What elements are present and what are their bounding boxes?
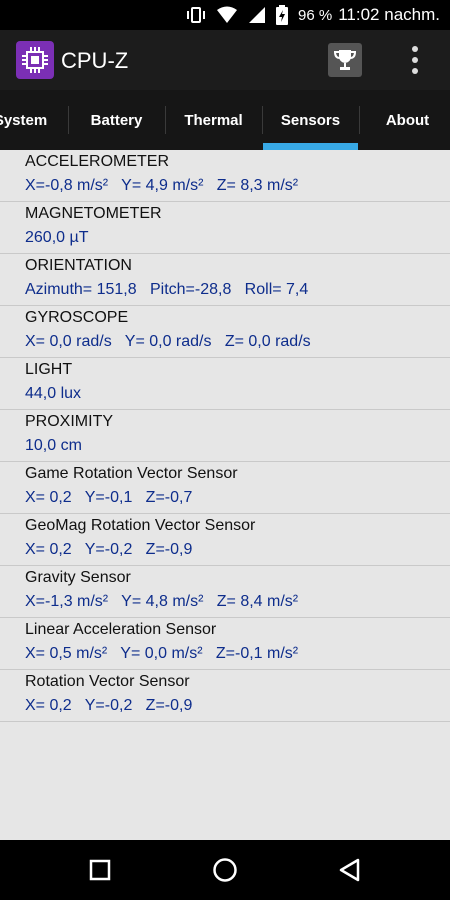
- sensor-value: X=-0,8 m/s² Y= 4,9 m/s² Z= 8,3 m/s²: [25, 177, 299, 194]
- tab-thermal[interactable]: Thermal: [165, 90, 262, 150]
- sensor-value: X= 0,5 m/s² Y= 0,0 m/s² Z=-0,1 m/s²: [25, 645, 299, 662]
- sensor-name: LIGHT: [25, 361, 73, 378]
- sensor-name: PROXIMITY: [25, 413, 114, 430]
- sensor-row-gravity: Gravity Sensor X=-1,3 m/s² Y= 4,8 m/s² Z…: [0, 566, 450, 618]
- sensor-name: ACCELEROMETER: [25, 153, 170, 170]
- app-bar: CPU-Z: [0, 30, 450, 90]
- tab-sensors[interactable]: Sensors: [262, 90, 359, 150]
- triangle-back-icon[interactable]: [335, 855, 365, 885]
- sensor-name: Linear Acceleration Sensor: [25, 621, 217, 638]
- battery-percent: 96 %: [298, 6, 333, 24]
- sensor-value: 10,0 cm: [25, 437, 82, 454]
- sensor-row-light: LIGHT 44,0 lux: [0, 358, 450, 410]
- status-bar: 96 % 11:02 nachm.: [0, 0, 450, 30]
- sensor-row-accelerometer: ACCELEROMETER X=-0,8 m/s² Y= 4,9 m/s² Z=…: [0, 150, 450, 202]
- sensor-row-orientation: ORIENTATION Azimuth= 151,8 Pitch=-28,8 R…: [0, 254, 450, 306]
- circle-icon[interactable]: [210, 855, 240, 885]
- sensor-row-proximity: PROXIMITY 10,0 cm: [0, 410, 450, 462]
- tab-battery[interactable]: Battery: [68, 90, 165, 150]
- sensor-name: MAGNETOMETER: [25, 205, 162, 222]
- sensor-value: X=-1,3 m/s² Y= 4,8 m/s² Z= 8,4 m/s²: [25, 593, 299, 610]
- active-tab-indicator: [263, 143, 358, 150]
- square-icon[interactable]: [85, 855, 115, 885]
- sensor-name: GeoMag Rotation Vector Sensor: [25, 517, 256, 534]
- sensor-name: GYROSCOPE: [25, 309, 129, 326]
- sensor-row-geomag-rotation-vector: GeoMag Rotation Vector Sensor X= 0,2 Y=-…: [0, 514, 450, 566]
- sensor-value: 44,0 lux: [25, 385, 82, 402]
- sensor-name: ORIENTATION: [25, 257, 132, 274]
- wifi-icon: [216, 6, 238, 24]
- sensor-list[interactable]: ACCELEROMETER X=-0,8 m/s² Y= 4,9 m/s² Z=…: [0, 150, 450, 840]
- more-vert-icon[interactable]: [402, 43, 428, 77]
- tab-about[interactable]: About: [359, 90, 450, 150]
- clock: 11:02 nachm.: [338, 5, 440, 24]
- sensor-name: Game Rotation Vector Sensor: [25, 465, 238, 482]
- cpu-chip-icon: [16, 41, 54, 79]
- sensor-value: X= 0,2 Y=-0,1 Z=-0,7: [25, 489, 193, 506]
- sensor-value: Azimuth= 151,8 Pitch=-28,8 Roll= 7,4: [25, 281, 309, 298]
- sensor-row-magnetometer: MAGNETOMETER 260,0 µT: [0, 202, 450, 254]
- trophy-icon: [333, 50, 357, 70]
- trophy-button[interactable]: [328, 43, 362, 77]
- sensor-row-game-rotation-vector: Game Rotation Vector Sensor X= 0,2 Y=-0,…: [0, 462, 450, 514]
- sensor-name: Gravity Sensor: [25, 569, 131, 586]
- sensor-row-rotation-vector: Rotation Vector Sensor X= 0,2 Y=-0,2 Z=-…: [0, 670, 450, 722]
- app-title: CPU-Z: [61, 48, 129, 73]
- sensor-value: 260,0 µT: [25, 229, 89, 246]
- signal-icon: [248, 6, 266, 24]
- tab-bar: System Battery Thermal Sensors About: [0, 90, 450, 150]
- sensor-value: X= 0,2 Y=-0,2 Z=-0,9: [25, 541, 193, 558]
- system-nav-bar: [0, 840, 450, 900]
- sensor-name: Rotation Vector Sensor: [25, 673, 190, 690]
- battery-charging-icon: [276, 5, 289, 25]
- vibrate-icon: [186, 6, 206, 24]
- sensor-value: X= 0,0 rad/s Y= 0,0 rad/s Z= 0,0 rad/s: [25, 333, 311, 350]
- sensor-value: X= 0,2 Y=-0,2 Z=-0,9: [25, 697, 193, 714]
- tab-system[interactable]: System: [0, 90, 69, 150]
- sensor-row-gyroscope: GYROSCOPE X= 0,0 rad/s Y= 0,0 rad/s Z= 0…: [0, 306, 450, 358]
- sensor-row-linear-acceleration: Linear Acceleration Sensor X= 0,5 m/s² Y…: [0, 618, 450, 670]
